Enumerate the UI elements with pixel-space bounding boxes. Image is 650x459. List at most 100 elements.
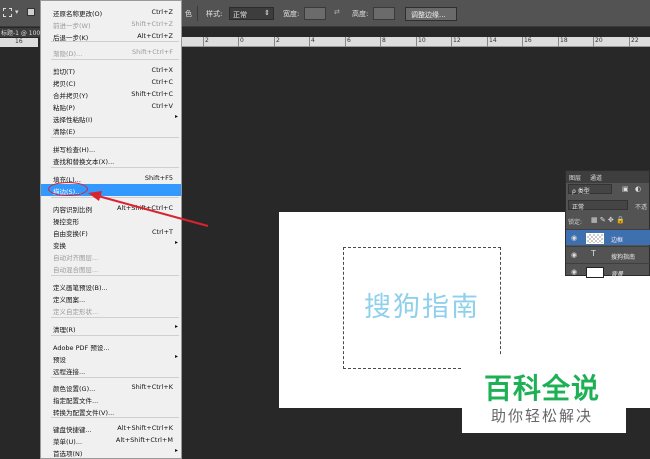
menu-item[interactable]: Adobe PDF 预设... <box>41 340 181 352</box>
menu-divider <box>51 197 179 198</box>
menu-item-shortcut: Shift+Ctrl+K <box>131 383 174 391</box>
menu-item[interactable]: 选择性粘贴(I) ▸ <box>41 112 181 124</box>
menu-item-shortcut: Shift+Ctrl+C <box>131 90 173 98</box>
ruler-number: 14 <box>489 37 497 44</box>
menu-item[interactable]: 自由变换(F) Ctrl+T <box>41 226 181 238</box>
ruler-tick <box>629 37 630 47</box>
menu-item-shortcut: Alt+Shift+Ctrl+M <box>115 436 173 444</box>
menu-item-label: 清理(R) <box>53 326 76 334</box>
document-tab[interactable]: 标题-1 @ 100 <box>0 28 42 37</box>
menu-item-shortcut: Ctrl+X <box>151 66 173 74</box>
visibility-eye-icon[interactable]: ◉ <box>571 251 577 259</box>
menu-item-label: 还原名称更改(O) <box>53 10 103 18</box>
menu-item[interactable]: 远程连接... <box>41 364 181 376</box>
ruler-tick <box>345 37 346 47</box>
menu-item[interactable]: 拼写检查(H)... <box>41 142 181 154</box>
menu-item: 自动对齐图层... <box>41 250 181 262</box>
menu-item[interactable]: 拷贝(C) Ctrl+C <box>41 76 181 88</box>
adjustment-filter-icon[interactable]: ◐ <box>635 185 641 193</box>
ruler-number: 12 <box>453 37 461 44</box>
menu-item-label: 定义图案... <box>53 296 86 304</box>
text-layer-icon: T <box>591 249 596 258</box>
menu-item-shortcut: Shift+F5 <box>144 174 173 182</box>
menu-item[interactable]: 粘贴(P) Ctrl+V <box>41 100 181 112</box>
menu-item[interactable]: 内容识别比例 Alt+Shift+Ctrl+C <box>41 202 181 214</box>
ruler-tick <box>558 37 559 47</box>
menu-item[interactable]: 变换 ▸ <box>41 238 181 250</box>
layer-name: 背景 <box>611 271 624 278</box>
lock-pixels-icon[interactable]: ▦ ✎ ✥ 🔒 <box>591 216 625 224</box>
menu-item[interactable]: 首选项(N) ▸ <box>41 446 181 458</box>
visibility-eye-icon[interactable]: ◉ <box>571 268 577 276</box>
menu-item-label: 剪切(T) <box>53 68 76 76</box>
style-value: 正常 <box>233 11 247 19</box>
menu-item-label: 预设 <box>53 356 66 364</box>
menu-item-label: 远程连接... <box>53 368 86 376</box>
ruler-tick <box>309 37 310 47</box>
watermark-subtitle: 助你轻松解决 <box>491 407 594 425</box>
menu-item[interactable]: 还原名称更改(O) Ctrl+Z <box>41 6 181 18</box>
layer-row[interactable]: ◉ 边框 <box>566 229 650 245</box>
menu-item[interactable]: 查找和替换文本(X)... <box>41 154 181 166</box>
menu-item[interactable]: 颜色设置(G)... Shift+Ctrl+K <box>41 381 181 393</box>
edit-menu: 还原名称更改(O) Ctrl+Z 前进一步(W) Shift+Ctrl+Z 后退一步(K… <box>40 0 182 459</box>
divider <box>197 6 198 21</box>
menu-item[interactable]: 后退一步(K) Alt+Ctrl+Z <box>41 30 181 42</box>
layers-panel: 图层 通道 ρ 类型 ▣ ◐ 正常 不透 锁定: ▦ ✎ ✥ 🔒 ◉ 边框 ◉ T 搜狗… <box>565 170 650 279</box>
menu-item[interactable]: 清理(R) ▸ <box>41 322 181 334</box>
menu-item[interactable]: 预设 ▸ <box>41 352 181 364</box>
menu-item[interactable]: 操控变形 <box>41 214 181 226</box>
layer-thumbnail <box>586 267 604 278</box>
menu-item[interactable]: 合并拷贝(Y) Shift+Ctrl+C <box>41 88 181 100</box>
canvas-text: 搜狗指南 <box>364 292 480 323</box>
new-selection-icon[interactable] <box>27 8 35 16</box>
swap-icon[interactable]: ⇄ <box>334 8 340 16</box>
antialias-label: 色 <box>185 10 192 18</box>
submenu-arrow-icon: ▸ <box>174 353 178 360</box>
style-select[interactable]: 正常 ⇕ <box>229 7 274 20</box>
height-field[interactable] <box>373 7 395 20</box>
menu-item-label: 变换 <box>53 242 66 250</box>
menu-item-label: 菜单(U)... <box>53 438 83 446</box>
chevron-down-icon[interactable]: ▾ <box>15 8 19 16</box>
menu-item-label: 自动对齐图层... <box>53 254 99 262</box>
menu-item[interactable]: 定义图案... <box>41 292 181 304</box>
menu-divider <box>51 377 179 378</box>
blend-mode-select[interactable]: 正常 <box>568 200 628 211</box>
filter-type-select[interactable]: ρ 类型 <box>568 184 612 195</box>
select-arrows-icon: ⇕ <box>264 9 270 17</box>
width-label: 宽度: <box>283 10 300 18</box>
menu-item[interactable]: 剪切(T) Ctrl+X <box>41 64 181 76</box>
image-filter-icon[interactable]: ▣ <box>622 185 629 193</box>
visibility-eye-icon[interactable]: ◉ <box>571 234 577 242</box>
layer-row[interactable]: ◉ T 搜狗指南 <box>566 246 650 262</box>
menu-divider <box>51 317 179 318</box>
menu-item[interactable]: 键盘快捷键... Alt+Shift+Ctrl+K <box>41 422 181 434</box>
annotation-ring <box>48 182 88 196</box>
width-field[interactable] <box>304 7 326 20</box>
menu-item[interactable]: 菜单(U)... Alt+Shift+Ctrl+M <box>41 434 181 446</box>
menu-item-shortcut: Alt+Shift+Ctrl+K <box>117 424 173 432</box>
filter-label: ρ 类型 <box>572 188 590 195</box>
refine-edge-button[interactable]: 调整边缘... <box>405 7 457 21</box>
menu-item-label: 内容识别比例 <box>53 206 92 214</box>
ruler-number: 4 <box>311 37 315 44</box>
layer-row[interactable]: ◉ 背景 <box>566 263 650 279</box>
menu-item[interactable]: 清除(E) <box>41 124 181 136</box>
ruler-tick <box>487 37 488 47</box>
marquee-tool-icon[interactable] <box>3 8 12 17</box>
ruler-corner: 16 <box>0 38 38 47</box>
ruler-tick <box>451 37 452 47</box>
blend-mode-value: 正常 <box>572 204 585 211</box>
layer-name: 搜狗指南 <box>611 254 636 261</box>
menu-item[interactable]: 转换为配置文件(V)... <box>41 405 181 417</box>
menu-item[interactable]: 定义画笔预设(B)... <box>41 280 181 292</box>
lock-label: 锁定: <box>568 219 583 226</box>
menu-divider <box>51 137 179 138</box>
tab-layers[interactable]: 图层 <box>569 173 581 182</box>
tab-channels[interactable]: 通道 <box>590 173 602 182</box>
menu-divider <box>51 59 179 60</box>
submenu-arrow-icon: ▸ <box>174 447 178 454</box>
ruler-number: 18 <box>560 37 568 44</box>
menu-item[interactable]: 指定配置文件... <box>41 393 181 405</box>
